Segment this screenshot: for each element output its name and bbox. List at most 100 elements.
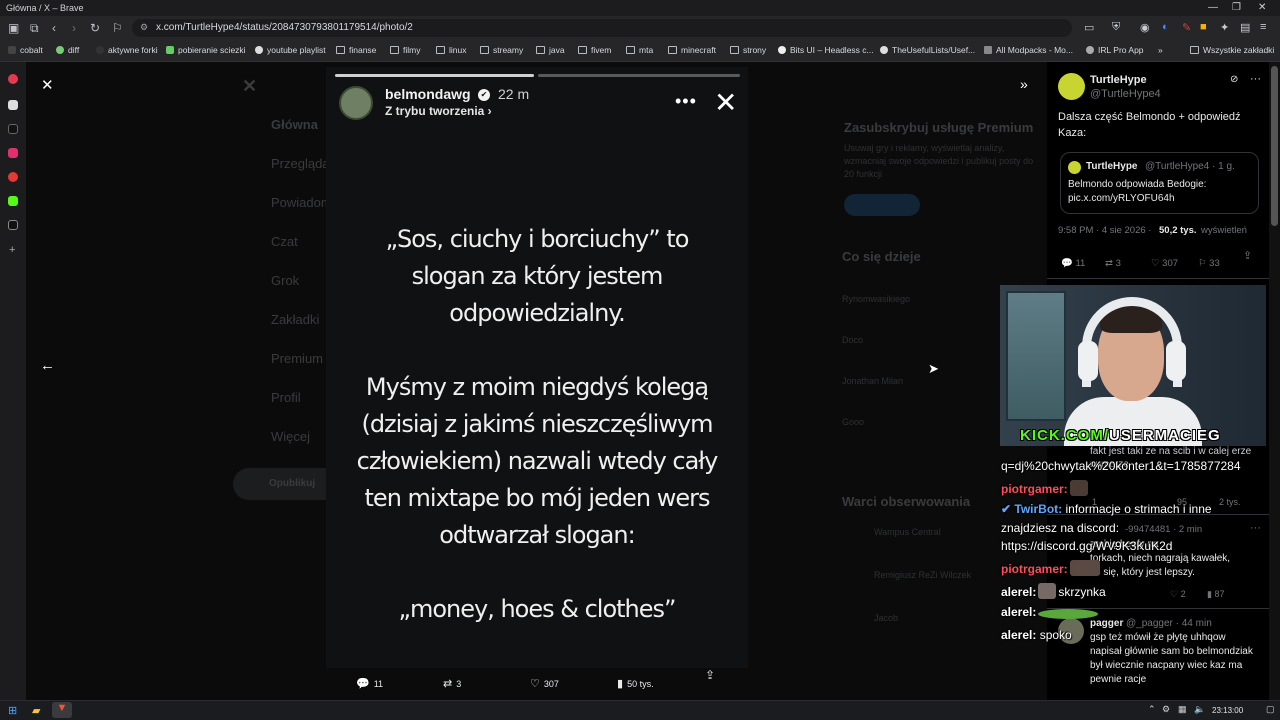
bookmark-item[interactable]: pobieranie sciezki bbox=[166, 45, 246, 55]
expand-panel-icon[interactable]: » bbox=[1020, 76, 1028, 92]
more-bookmarks-icon[interactable]: » bbox=[1158, 45, 1163, 55]
bookmark-count[interactable]: ⚐ 33 bbox=[1198, 256, 1220, 272]
nav-item[interactable]: Grok bbox=[271, 273, 299, 288]
quote-tweet[interactable]: TurtleHype @TurtleHype4 · 1 g. Belmondo … bbox=[1060, 152, 1259, 214]
address-bar[interactable]: ⚙ x.com/TurtleHype4/status/2084730793801… bbox=[132, 19, 1072, 37]
bookmark-folder[interactable]: strony bbox=[730, 45, 766, 55]
network-icon[interactable]: ▦ bbox=[1178, 704, 1187, 715]
bookmark-folder[interactable]: streamy bbox=[480, 45, 523, 55]
subscribe-button[interactable] bbox=[844, 194, 920, 216]
volume-icon[interactable]: 🔈 bbox=[1194, 704, 1205, 715]
tray-chevron-icon[interactable]: ⌃ bbox=[1148, 704, 1156, 715]
quote-link[interactable]: pic.x.com/yRLYOFU64h bbox=[1068, 191, 1175, 207]
maximize-icon[interactable]: ❐ bbox=[1232, 2, 1241, 13]
reply-action[interactable]: 💬 11 bbox=[356, 677, 383, 690]
extension-icon[interactable]: ■ bbox=[1200, 21, 1207, 33]
extensions-icon[interactable]: ✦ bbox=[1220, 21, 1229, 34]
repost-action[interactable]: ⇄ 3 bbox=[443, 677, 461, 690]
instagram-icon[interactable] bbox=[8, 148, 18, 158]
chat-link[interactable]: https://discord.gg/WV9K3KuK2d bbox=[1001, 539, 1172, 553]
nav-item[interactable]: Główna bbox=[271, 117, 318, 132]
app-icon[interactable] bbox=[8, 100, 18, 110]
extension-icon[interactable]: ◉ bbox=[1140, 21, 1150, 34]
x-icon[interactable] bbox=[8, 220, 18, 230]
wallet-icon[interactable]: ▤ bbox=[1240, 21, 1250, 34]
avatar[interactable] bbox=[1058, 73, 1085, 100]
site-info-icon[interactable]: ⚙ bbox=[140, 22, 148, 33]
menu-icon[interactable]: ≡ bbox=[1260, 21, 1266, 33]
nav-item[interactable]: Profil bbox=[271, 390, 301, 405]
follow-suggestion[interactable]: Wampus Central bbox=[874, 527, 941, 537]
bookmark-item[interactable]: TheUsefulLists/Usef... bbox=[880, 45, 975, 55]
close-lightbox-icon[interactable]: ✕ bbox=[41, 76, 54, 94]
views-count[interactable]: ▮ 87 bbox=[1207, 586, 1224, 602]
tray-icon[interactable]: ⚙ bbox=[1162, 704, 1170, 715]
reply-stat[interactable]: 2 tys. bbox=[1219, 494, 1241, 510]
bookmark-folder[interactable]: fivem bbox=[578, 45, 611, 55]
repost-count[interactable]: ⇄ 3 bbox=[1105, 256, 1121, 272]
file-explorer-icon[interactable]: ▰ bbox=[32, 704, 40, 717]
add-panel-icon[interactable]: + bbox=[9, 244, 15, 256]
sidebar-toggle-icon[interactable]: ▣ bbox=[8, 21, 19, 35]
bookmark-folder[interactable]: filmy bbox=[390, 45, 420, 55]
bookmark-folder[interactable]: java bbox=[536, 45, 565, 55]
close-window-icon[interactable]: ✕ bbox=[1258, 2, 1266, 13]
like-count[interactable]: ♡ 2 bbox=[1170, 586, 1186, 602]
trend-item[interactable]: Rynomwasikiego bbox=[842, 294, 910, 304]
trend-item[interactable]: Jonathan Milan bbox=[842, 376, 903, 386]
nav-item[interactable]: Więcej bbox=[271, 429, 310, 444]
youtube-icon[interactable] bbox=[8, 172, 18, 182]
share-icon[interactable]: ⇪ bbox=[705, 668, 715, 682]
start-icon[interactable]: ⊞ bbox=[8, 704, 17, 717]
like-count[interactable]: ♡ 307 bbox=[1151, 256, 1178, 272]
notifications-icon[interactable]: ▢ bbox=[1266, 704, 1275, 715]
bookmark-folder[interactable]: finanse bbox=[336, 45, 376, 55]
brave-taskbar-icon[interactable]: ▼ bbox=[52, 702, 72, 718]
bookmark-icon[interactable]: ⚐ bbox=[112, 21, 123, 35]
scrollbar[interactable] bbox=[1269, 62, 1280, 700]
bookmark-item[interactable]: youtube playlist bbox=[255, 45, 326, 55]
brave-shield-icon[interactable]: ⛨ bbox=[1112, 21, 1120, 34]
back-icon[interactable]: ‹ bbox=[52, 21, 56, 35]
previous-image-icon[interactable]: ← bbox=[40, 357, 55, 374]
nav-item[interactable]: Premium bbox=[271, 351, 323, 366]
follow-suggestion[interactable]: Remigiusz ReZi Wilczek bbox=[874, 570, 971, 580]
bookmark-folder[interactable]: linux bbox=[436, 45, 466, 55]
bookmark-item[interactable]: Bits UI – Headless c... bbox=[778, 45, 874, 55]
like-action[interactable]: ♡ 307 bbox=[530, 677, 559, 690]
bookmark-item[interactable]: diff bbox=[56, 45, 79, 55]
grok-icon[interactable]: ⊘ bbox=[1230, 72, 1238, 88]
reload-icon[interactable]: ↻ bbox=[90, 21, 100, 35]
cast-icon[interactable]: ▭ bbox=[1084, 21, 1094, 34]
bookmark-folder[interactable]: mta bbox=[626, 45, 653, 55]
trend-item[interactable]: Doco bbox=[842, 335, 863, 345]
follow-suggestion[interactable]: Jacob bbox=[874, 613, 898, 623]
app-icon[interactable] bbox=[8, 74, 18, 84]
views-action[interactable]: ▮ 50 tys. bbox=[617, 677, 654, 690]
forward-icon[interactable]: › bbox=[72, 21, 76, 35]
extension-icon[interactable]: ✎ bbox=[1182, 21, 1191, 34]
more-options-icon[interactable]: ··· bbox=[1250, 71, 1261, 87]
trend-item[interactable]: Gooo bbox=[842, 417, 864, 427]
bookmark-item[interactable]: IRL Pro App bbox=[1086, 45, 1144, 55]
bookmark-item[interactable]: aktywne forki bbox=[96, 45, 158, 55]
bookmark-folder[interactable]: Wszystkie zakładki bbox=[1190, 45, 1274, 55]
extension-icon[interactable]: ◐ bbox=[1162, 21, 1169, 33]
tiktok-icon[interactable] bbox=[8, 124, 18, 134]
tabs-icon[interactable]: ⧉ bbox=[30, 21, 39, 36]
bookmark-item[interactable]: cobalt bbox=[8, 45, 43, 55]
author-handle[interactable]: @TurtleHype4 bbox=[1090, 86, 1161, 102]
nav-item[interactable]: Zakładki bbox=[271, 312, 319, 327]
minimize-icon[interactable]: — bbox=[1208, 2, 1218, 13]
nav-item[interactable]: Przeglądaj bbox=[271, 156, 332, 171]
kick-icon[interactable] bbox=[8, 196, 18, 206]
clock[interactable]: 23:13:00 bbox=[1212, 706, 1243, 715]
scrollbar-thumb[interactable] bbox=[1271, 66, 1278, 226]
nav-item[interactable]: Czat bbox=[271, 234, 298, 249]
bookmark-item[interactable]: All Modpacks - Mo... bbox=[984, 45, 1073, 55]
tweet-timestamp[interactable]: 9:58 PM · 4 sie 2026 · bbox=[1058, 223, 1151, 239]
more-options-icon[interactable]: ··· bbox=[1250, 520, 1261, 536]
bookmark-folder[interactable]: minecraft bbox=[668, 45, 716, 55]
reply-count[interactable]: 💬 11 bbox=[1061, 256, 1085, 272]
share-icon[interactable]: ⇪ bbox=[1243, 248, 1252, 264]
